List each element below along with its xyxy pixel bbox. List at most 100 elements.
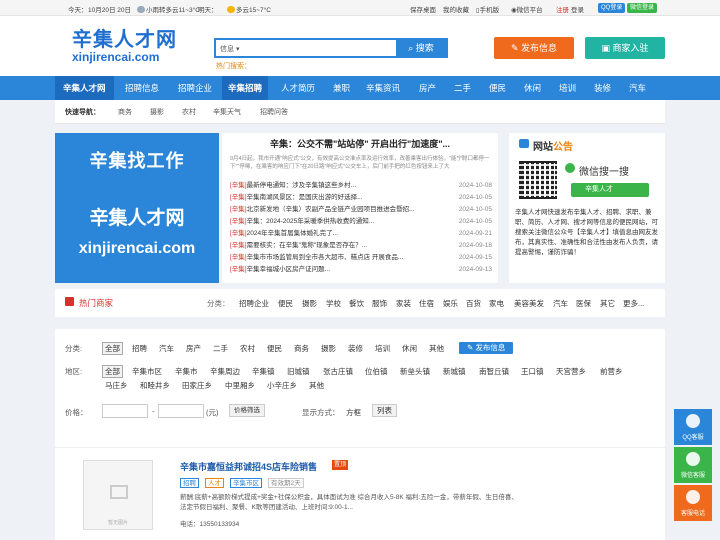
- nav-item-xinji-jobs[interactable]: 辛集招聘: [222, 76, 269, 100]
- filter-area[interactable]: 辛集市: [175, 366, 198, 377]
- filter-area[interactable]: 和睦井乡: [140, 380, 170, 391]
- mobile-link[interactable]: ▯手机版: [476, 4, 499, 14]
- filter-area[interactable]: 旧城镇: [287, 366, 310, 377]
- nav-item-training[interactable]: 培训: [559, 76, 576, 100]
- site-logo[interactable]: 辛集人才网 xinjirencai.com: [72, 29, 177, 64]
- filter-area[interactable]: 王口镇: [521, 366, 544, 377]
- nav-item-parttime[interactable]: 兼职: [333, 76, 350, 100]
- nav-item-companies[interactable]: 招聘企业: [178, 76, 212, 100]
- merchant-cat[interactable]: 医保: [576, 298, 591, 309]
- favorites-link[interactable]: 我的收藏: [443, 4, 469, 14]
- display-list-option[interactable]: 列表: [372, 404, 397, 417]
- merchant-cat[interactable]: 家电: [489, 298, 504, 309]
- display-grid-option[interactable]: 方框: [346, 407, 361, 418]
- news-item[interactable]: [辛集]辛集：2024-2025年采暖季供热收费的通知... 2024-10-05: [230, 217, 492, 227]
- filter-cat[interactable]: 培训: [375, 343, 390, 354]
- quick-item-rural[interactable]: 农村: [182, 107, 196, 117]
- news-item[interactable]: [辛集]2024年辛集首届集体婚礼完了... 2024-09-21: [230, 229, 492, 239]
- filter-area[interactable]: 新城镇: [443, 366, 466, 377]
- price-filter-button[interactable]: 价格筛选: [229, 404, 265, 417]
- filter-area[interactable]: 田家庄乡: [182, 380, 212, 391]
- nav-item-convenience[interactable]: 便民: [489, 76, 506, 100]
- quick-item-photo[interactable]: 摄影: [150, 107, 164, 117]
- merchant-cat[interactable]: 便民: [278, 298, 293, 309]
- price-min-input[interactable]: [102, 404, 148, 418]
- merchant-cat[interactable]: 家装: [396, 298, 411, 309]
- merchant-cat[interactable]: 餐饮: [349, 298, 364, 309]
- filter-area[interactable]: 天宫营乡: [556, 366, 586, 377]
- filter-area[interactable]: 辛集市区: [132, 366, 162, 377]
- merchant-cat[interactable]: 美容美发: [514, 298, 544, 309]
- merchant-cat[interactable]: 其它: [600, 298, 615, 309]
- nav-item-housing[interactable]: 房产: [419, 76, 436, 100]
- filter-area[interactable]: 新垒头镇: [400, 366, 430, 377]
- quick-item-qa[interactable]: 招聘问答: [260, 107, 288, 117]
- news-headline[interactable]: 辛集：公交不需"站站停" 开启出行"加速度"...: [222, 137, 498, 150]
- news-item[interactable]: [辛集]辛集市市场监管局到全市各大超市、糕点店 开展食品... 2024-09-1…: [230, 253, 492, 263]
- filter-cat[interactable]: 商务: [294, 343, 309, 354]
- news-item[interactable]: [辛集]需要核实：在辛集"鬼称"现象是否存在？... 2024-09-18: [230, 241, 492, 251]
- news-item[interactable]: [辛集]辛集南湖风景区：是国庆出游的好选择... 2024-10-05: [230, 193, 492, 203]
- filter-cat[interactable]: 摄影: [321, 343, 336, 354]
- news-item[interactable]: [辛集]最新停电通知：涉及辛集镇这些乡村... 2024-10-08: [230, 181, 492, 191]
- filter-cat[interactable]: 其他: [429, 343, 444, 354]
- nav-item-auto[interactable]: 汽车: [629, 76, 646, 100]
- merchant-cat[interactable]: 学校: [326, 298, 341, 309]
- filter-cat[interactable]: 便民: [267, 343, 282, 354]
- merchant-cat[interactable]: 汽车: [553, 298, 568, 309]
- merchant-cat[interactable]: 百货: [466, 298, 481, 309]
- quick-item-business[interactable]: 商务: [118, 107, 132, 117]
- nav-item-leisure[interactable]: 休闲: [524, 76, 541, 100]
- filter-area[interactable]: 位伯镇: [365, 366, 388, 377]
- filter-publish-button[interactable]: ✎ 发布信息: [459, 342, 514, 354]
- filter-cat-all[interactable]: 全部: [102, 342, 123, 355]
- nav-item-news[interactable]: 辛集资讯: [366, 76, 400, 100]
- nav-item-decoration[interactable]: 装修: [594, 76, 611, 100]
- filter-area[interactable]: 辛集周边: [210, 366, 240, 377]
- merchant-cat[interactable]: 住宿: [419, 298, 434, 309]
- wechat-account-button[interactable]: 辛集人才: [571, 183, 649, 197]
- news-item[interactable]: [辛集]辛集幸福城小区房产证问题... 2024-09-13: [230, 265, 492, 275]
- side-qq-service[interactable]: QQ客服: [674, 409, 712, 445]
- filter-cat[interactable]: 二手: [213, 343, 228, 354]
- filter-area-all[interactable]: 全部: [102, 365, 123, 378]
- filter-area[interactable]: 南智丘镇: [479, 366, 509, 377]
- listing-title[interactable]: 辛集市嘉恒益邦诚招4S店车险销售: [180, 460, 317, 473]
- wechat-link[interactable]: ◉微信平台: [511, 4, 543, 14]
- nav-item-resumes[interactable]: 人才简历: [281, 76, 315, 100]
- search-button[interactable]: ⌕ 搜索: [396, 40, 446, 56]
- nav-item-secondhand[interactable]: 二手: [454, 76, 471, 100]
- listing-thumbnail[interactable]: 暂无图片: [83, 460, 153, 530]
- filter-cat[interactable]: 汽车: [159, 343, 174, 354]
- filter-cat[interactable]: 招聘: [132, 343, 147, 354]
- filter-area[interactable]: 张古庄镇: [323, 366, 353, 377]
- save-desktop-link[interactable]: 保存桌面: [410, 4, 436, 14]
- publish-button[interactable]: ✎ 发布信息: [494, 37, 574, 59]
- wechat-login-button[interactable]: 微信登录: [627, 3, 658, 13]
- nav-item-jobs[interactable]: 招聘信息: [125, 76, 159, 100]
- banner[interactable]: 辛集找工作 辛集人才网 xinjirencai.com: [55, 133, 219, 283]
- side-phone-service[interactable]: 客服电话: [674, 485, 712, 521]
- search-category-select[interactable]: 信息 ▾: [220, 44, 239, 54]
- merchant-cat[interactable]: 摄影: [302, 298, 317, 309]
- merchant-cat[interactable]: 服饰: [372, 298, 387, 309]
- side-wechat-service[interactable]: 微信客服: [674, 447, 712, 483]
- filter-area[interactable]: 小辛庄乡: [267, 380, 297, 391]
- login-link[interactable]: 登录: [571, 4, 584, 14]
- price-max-input[interactable]: [158, 404, 204, 418]
- filter-cat[interactable]: 房产: [186, 343, 201, 354]
- filter-area[interactable]: 前营乡: [600, 366, 623, 377]
- merchant-join-button[interactable]: ▣ 商家入驻: [585, 37, 665, 59]
- filter-area[interactable]: 其他: [309, 380, 324, 391]
- register-link[interactable]: 注册: [556, 4, 569, 14]
- news-item[interactable]: [辛集]北京新发地（辛集）农副产品全链产业园项目推进会暨招... 2024-10-…: [230, 205, 492, 215]
- filter-cat[interactable]: 装修: [348, 343, 363, 354]
- nav-item-home[interactable]: 辛集人才网: [55, 76, 114, 100]
- quick-item-weather[interactable]: 辛集天气: [213, 107, 241, 117]
- merchant-cat[interactable]: 娱乐: [443, 298, 458, 309]
- qq-login-button[interactable]: QQ登录: [598, 3, 626, 13]
- merchant-cat-more[interactable]: 更多...: [623, 298, 644, 309]
- filter-cat[interactable]: 农村: [240, 343, 255, 354]
- filter-cat[interactable]: 休闲: [402, 343, 417, 354]
- filter-area[interactable]: 中里厢乡: [225, 380, 255, 391]
